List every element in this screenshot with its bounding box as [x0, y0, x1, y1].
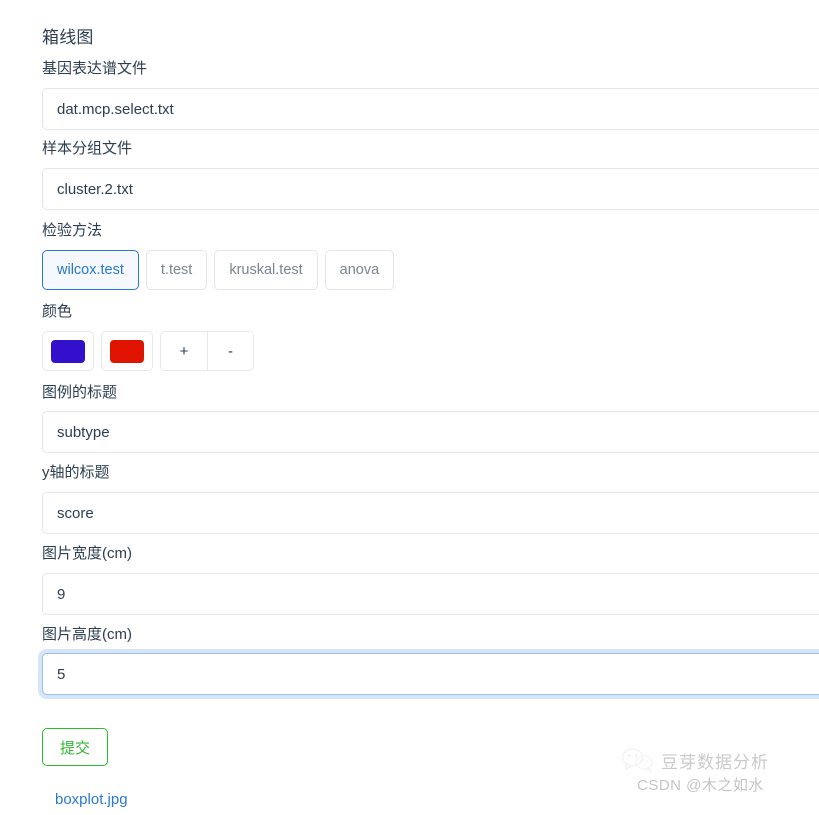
- test-method-option-wilcox-test[interactable]: wilcox.test: [42, 250, 139, 290]
- color-count-stepper: + -: [160, 331, 254, 371]
- color-swatch-1-chip: [51, 339, 85, 363]
- result-file-link[interactable]: boxplot.jpg: [55, 791, 128, 808]
- watermark-brand-text: 豆芽数据分析: [661, 752, 769, 772]
- submit-button[interactable]: 提交: [42, 728, 109, 766]
- test-method-option-kruskal-test[interactable]: kruskal.test: [214, 250, 318, 290]
- y-axis-title-label: y轴的标题: [42, 464, 110, 481]
- test-method-option-anova[interactable]: anova: [324, 250, 395, 290]
- page-title: 箱线图: [42, 28, 94, 47]
- test-method-option-t-test[interactable]: t.test: [145, 250, 208, 290]
- color-swatch-2-chip: [110, 339, 144, 363]
- expression-file-input[interactable]: [42, 88, 819, 130]
- image-width-label: 图片宽度(cm): [42, 545, 132, 562]
- group-file-input[interactable]: [42, 168, 819, 210]
- legend-title-input[interactable]: [42, 411, 819, 453]
- color-label: 颜色: [42, 303, 73, 320]
- color-swatch-2[interactable]: [101, 331, 153, 371]
- legend-title-label: 图例的标题: [42, 384, 118, 401]
- wechat-logo-icon: [622, 748, 653, 773]
- image-height-label: 图片高度(cm): [42, 626, 132, 643]
- color-picker-group: + -: [42, 331, 254, 371]
- watermark-brand-row: 豆芽数据分析: [621, 747, 807, 773]
- group-file-label: 样本分组文件: [42, 140, 133, 157]
- image-width-input[interactable]: [42, 573, 819, 615]
- test-method-label: 检验方法: [42, 222, 103, 239]
- remove-color-button[interactable]: -: [207, 332, 253, 370]
- watermark-credit-text: CSDN @木之如水: [637, 777, 764, 794]
- watermark: 豆芽数据分析 CSDN @木之如水: [621, 747, 807, 801]
- add-color-button[interactable]: +: [161, 332, 207, 370]
- color-swatch-1[interactable]: [42, 331, 94, 371]
- image-height-input[interactable]: [42, 653, 819, 695]
- expression-file-label: 基因表达谱文件: [42, 60, 148, 77]
- test-method-group: wilcox.test t.test kruskal.test anova: [42, 250, 395, 290]
- y-axis-title-input[interactable]: [42, 492, 819, 534]
